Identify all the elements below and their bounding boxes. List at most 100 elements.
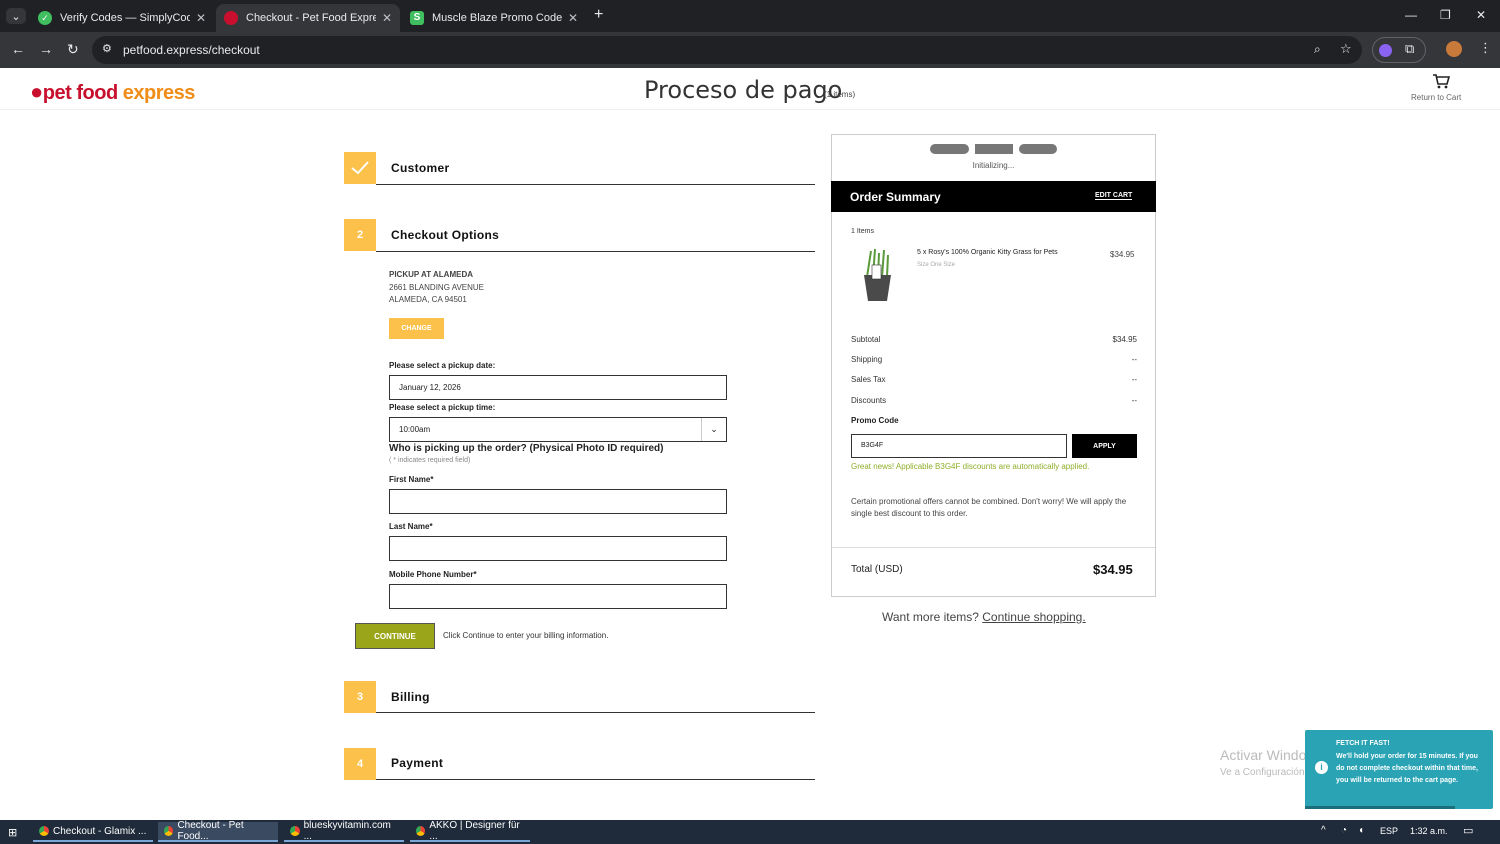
return-to-cart-link[interactable]: Return to Cart [1411,93,1461,102]
minimize-icon[interactable]: — [1405,8,1417,22]
info-icon: i [1315,761,1328,774]
tab-title: Verify Codes — SimplyCodes [60,12,190,24]
order-summary-title: Order Summary [850,190,941,204]
step-customer-title[interactable]: Customer [391,161,449,175]
product-size: Size One Size [917,262,956,268]
zoom-icon[interactable]: ⌕ [1314,42,1321,57]
loading-bar-segment [975,144,1013,154]
tab-search-button[interactable]: ⌄ [6,8,26,24]
continue-shopping-link[interactable]: Continue shopping. [982,610,1085,624]
page-title: Proceso de pago [644,76,843,104]
bookmark-star-icon[interactable]: ☆ [1340,41,1352,57]
promo-code-input[interactable]: B3G4F [851,434,1067,458]
chrome-icon [164,826,174,836]
close-tab-icon[interactable]: ✕ [382,11,392,25]
promo-code-label: Promo Code [851,416,899,425]
chrome-icon [416,826,426,836]
change-store-button[interactable]: CHANGE [389,318,444,339]
back-icon[interactable]: ← [11,41,25,57]
tray-chevron-icon[interactable]: ^ [1321,825,1326,836]
taskbar-item-active[interactable]: Checkout - Pet Food... [158,820,278,842]
pet-food-express-logo[interactable]: ●pet food express [30,79,195,105]
clock[interactable]: 1:32 a.m. [1410,826,1448,836]
sales-tax-label: Sales Tax [851,375,886,384]
network-icon[interactable]: ◔ [1341,825,1347,836]
required-note: ( * indicates required field) [389,457,471,464]
taskbar-item-label: Checkout - Glamix ... [53,825,147,837]
pickup-address-2: ALAMEDA, CA 94501 [389,295,467,304]
taskbar-item[interactable]: Checkout - Glamix ... [33,822,153,842]
close-window-icon[interactable]: ✕ [1476,8,1486,22]
browser-tab-bar: ⌄ ✓ Verify Codes — SimplyCodes ✕ Checkou… [0,0,1500,32]
simplycodes-s-icon: S [410,11,424,25]
extension-icon[interactable] [1379,44,1392,57]
last-name-label: Last Name* [389,522,433,531]
divider [832,547,1155,548]
product-name[interactable]: 5 x Rosy's 100% Organic Kitty Grass for … [917,249,1102,256]
pickup-date-label: Please select a pickup date: [389,361,496,370]
divider [376,712,815,713]
product-price: $34.95 [1110,250,1135,259]
forward-icon[interactable]: → [39,41,53,57]
edit-cart-link[interactable]: EDIT CART [1095,192,1133,200]
apply-promo-button[interactable]: APPLY [1072,434,1137,458]
shipping-row: Shipping -- [851,355,1137,364]
new-tab-icon[interactable]: + [594,6,603,24]
sales-tax-value: -- [1131,375,1137,384]
continue-button[interactable]: CONTINUE [355,623,435,649]
cart-icon[interactable] [1432,73,1450,89]
volume-icon[interactable]: ◖ [1358,825,1364,836]
close-tab-icon[interactable]: ✕ [568,11,578,25]
tab-muscle-blaze[interactable]: S Muscle Blaze Promo Code - $2... ✕ [402,4,586,32]
pickup-address-1: 2661 BLANDING AVENUE [389,283,485,292]
loading-bar-segment [1019,144,1057,154]
windows-start-icon[interactable]: ⊞ [8,826,17,839]
phone-field[interactable] [389,584,727,609]
step-payment-title: Payment [391,756,444,770]
taskbar-item[interactable]: blueskyvitamin.com ... [284,820,404,842]
order-summary-header: Order Summary EDIT CART [831,181,1156,212]
sales-tax-row: Sales Tax -- [851,375,1137,384]
restore-icon[interactable]: ❐ [1440,8,1451,22]
language-indicator[interactable]: ESP [1380,826,1398,836]
chrome-icon [290,826,300,836]
puzzle-icon[interactable]: ⧉ [1405,41,1414,57]
checkmark-icon [351,161,369,175]
taskbar-item[interactable]: AKKO | Designer für ... [410,820,530,842]
subtotal-row: Subtotal $34.95 [851,335,1137,344]
browser-toolbar: ← → ↻ ⚙ petfood.express/checkout ⌕ ☆ ⧉ ⋮ [0,32,1500,68]
tab-title: Checkout - Pet Food Express [246,12,376,24]
pickup-date-field[interactable]: January 12, 2026 [389,375,727,400]
pickup-time-label: Please select a pickup time: [389,403,496,412]
chevron-down-icon: ⌄ [11,10,21,23]
site-header: ●pet food express Proceso de pago (1 ite… [0,68,1500,110]
kitty-grass-product-image[interactable] [861,247,894,303]
notifications-icon[interactable]: ▭ [1463,824,1473,837]
activation-watermark-sub: Ve a Configuración [1220,767,1305,778]
divider [376,251,815,252]
taskbar-item-label: blueskyvitamin.com ... [303,820,391,842]
simplycodes-icon: ✓ [38,11,52,25]
url-text: petfood.express/checkout [123,43,260,57]
phone-label: Mobile Phone Number* [389,570,477,579]
pickup-person-heading: Who is picking up the order? (Physical P… [389,443,664,454]
tab-checkout[interactable]: Checkout - Pet Food Express ✕ [216,4,400,32]
site-info-icon[interactable]: ⚙ [102,42,112,55]
hold-order-toast[interactable]: i FETCH IT FAST! We'll hold your order f… [1305,730,1493,809]
tab-verify-codes[interactable]: ✓ Verify Codes — SimplyCodes ✕ [30,4,214,32]
close-tab-icon[interactable]: ✕ [196,11,206,25]
chevron-down-icon: ⌄ [701,418,726,441]
profile-avatar[interactable] [1446,41,1462,57]
last-name-field[interactable] [389,536,727,561]
chrome-icon [39,826,49,836]
divider [376,779,815,780]
discounts-value: -- [1131,396,1137,405]
pickup-time-select[interactable]: 10:00am ⌄ [389,417,727,442]
menu-icon[interactable]: ⋮ [1479,40,1492,56]
more-items-label: Want more items? [882,610,979,624]
reload-icon[interactable]: ↻ [67,41,79,58]
toast-progress [1305,806,1455,809]
first-name-field[interactable] [389,489,727,514]
address-bar[interactable]: ⚙ petfood.express/checkout ⌕ ☆ [92,36,1362,64]
promo-note: Certain promotional offers cannot be com… [851,497,1127,518]
